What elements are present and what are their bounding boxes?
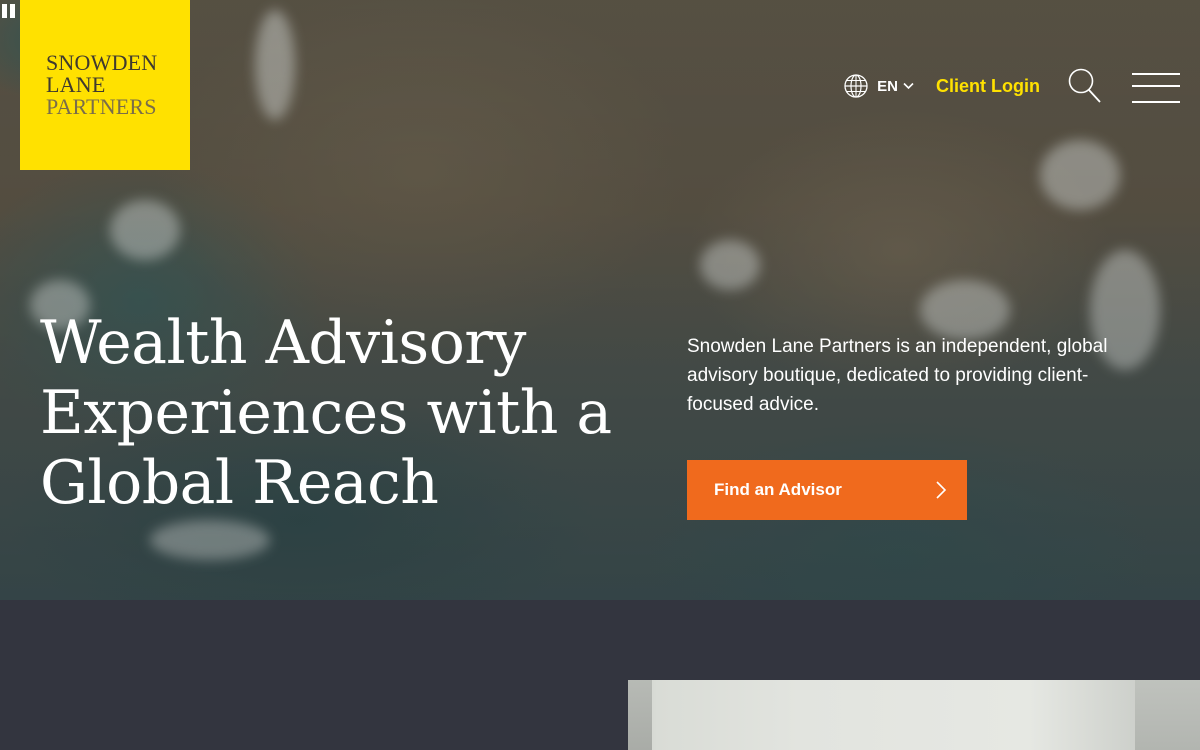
chevron-down-icon: [903, 82, 914, 90]
globe-icon: [844, 74, 868, 98]
hero-headline: Wealth Advisory Experiences with a Globa…: [40, 308, 612, 518]
logo-line-3: PARTNERS: [46, 94, 157, 119]
brand-logo[interactable]: SNOWDEN LANE PARTNERS: [20, 0, 190, 170]
logo-line-1: SNOWDEN: [46, 50, 158, 75]
headline-line-2: Experiences with a: [40, 378, 612, 448]
search-icon: [1068, 68, 1101, 103]
logo-line-2: LANE: [46, 72, 106, 97]
search-button[interactable]: [1068, 68, 1102, 104]
hero-tagline: Snowden Lane Partners is an independent,…: [687, 336, 1108, 415]
headline-line-3: Global Reach: [40, 448, 439, 518]
top-navigation: EN Client Login: [843, 64, 1180, 108]
client-login-link[interactable]: Client Login: [936, 76, 1040, 97]
headline-line-1: Wealth Advisory: [40, 308, 526, 378]
hamburger-menu-icon[interactable]: [1132, 69, 1180, 103]
find-an-advisor-button[interactable]: Find an Advisor: [687, 460, 967, 520]
pause-icon[interactable]: [2, 4, 15, 18]
section-photo: [628, 680, 1200, 750]
chevron-right-icon: [936, 481, 947, 499]
language-selector[interactable]: EN: [843, 73, 914, 99]
language-label: EN: [877, 77, 899, 95]
find-an-advisor-label: Find an Advisor: [714, 480, 842, 499]
